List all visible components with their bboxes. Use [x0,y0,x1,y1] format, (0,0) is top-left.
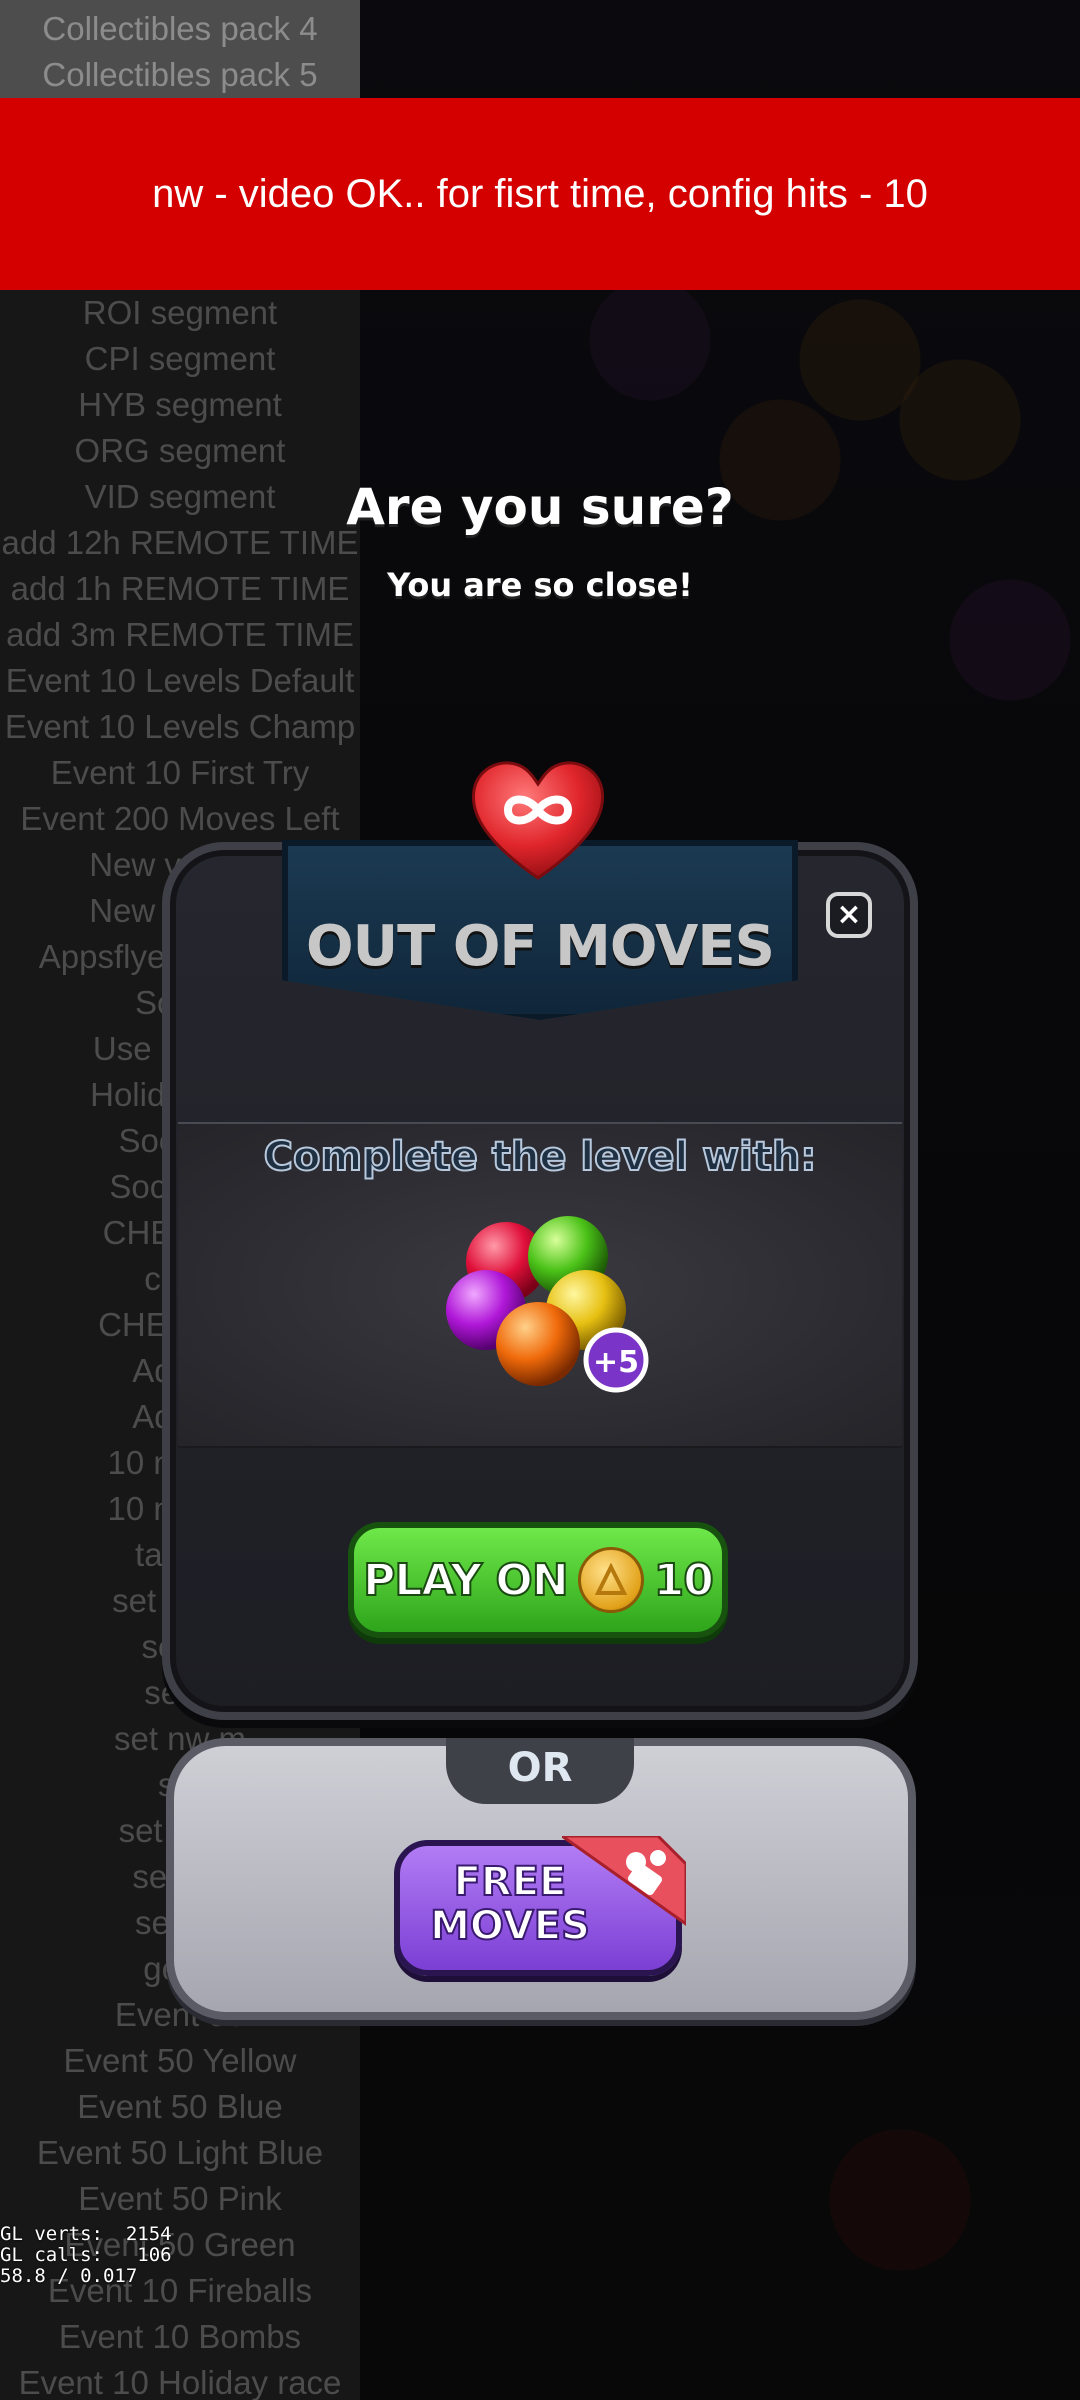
close-icon: × [836,897,862,932]
gl-calls: GL calls: 106 [0,2244,172,2266]
coin-icon [577,1547,644,1613]
banner-title: OUT OF MOVES [306,914,775,979]
complete-level-text: Complete the level with: [263,1133,818,1181]
gl-stats: GL verts: 2154 GL calls: 106 58.8 / 0.017 [0,2224,172,2287]
or-divider: OR [446,1738,634,1804]
bonus-label: +5 [593,1345,639,1380]
dialog-title: Are you sure? [346,478,734,536]
close-button[interactable]: × [826,892,872,938]
play-on-button[interactable]: PLAY ON 10 [348,1522,728,1638]
dialog-subtitle: You are so close! [387,566,693,604]
gl-verts: GL verts: 2154 [0,2223,172,2245]
play-on-label: PLAY ON [362,1554,570,1607]
toast-message: nw - video OK.. for fisrt time, config h… [152,171,928,216]
play-on-cost: 10 [653,1554,715,1607]
bubbles-icon: +5 [446,1216,649,1393]
infinity-heart-icon [471,761,605,880]
video-camera-icon [562,1836,686,1926]
gl-fps: 58.8 / 0.017 [0,2265,138,2287]
debug-toast: nw - video OK.. for fisrt time, config h… [0,98,1080,290]
